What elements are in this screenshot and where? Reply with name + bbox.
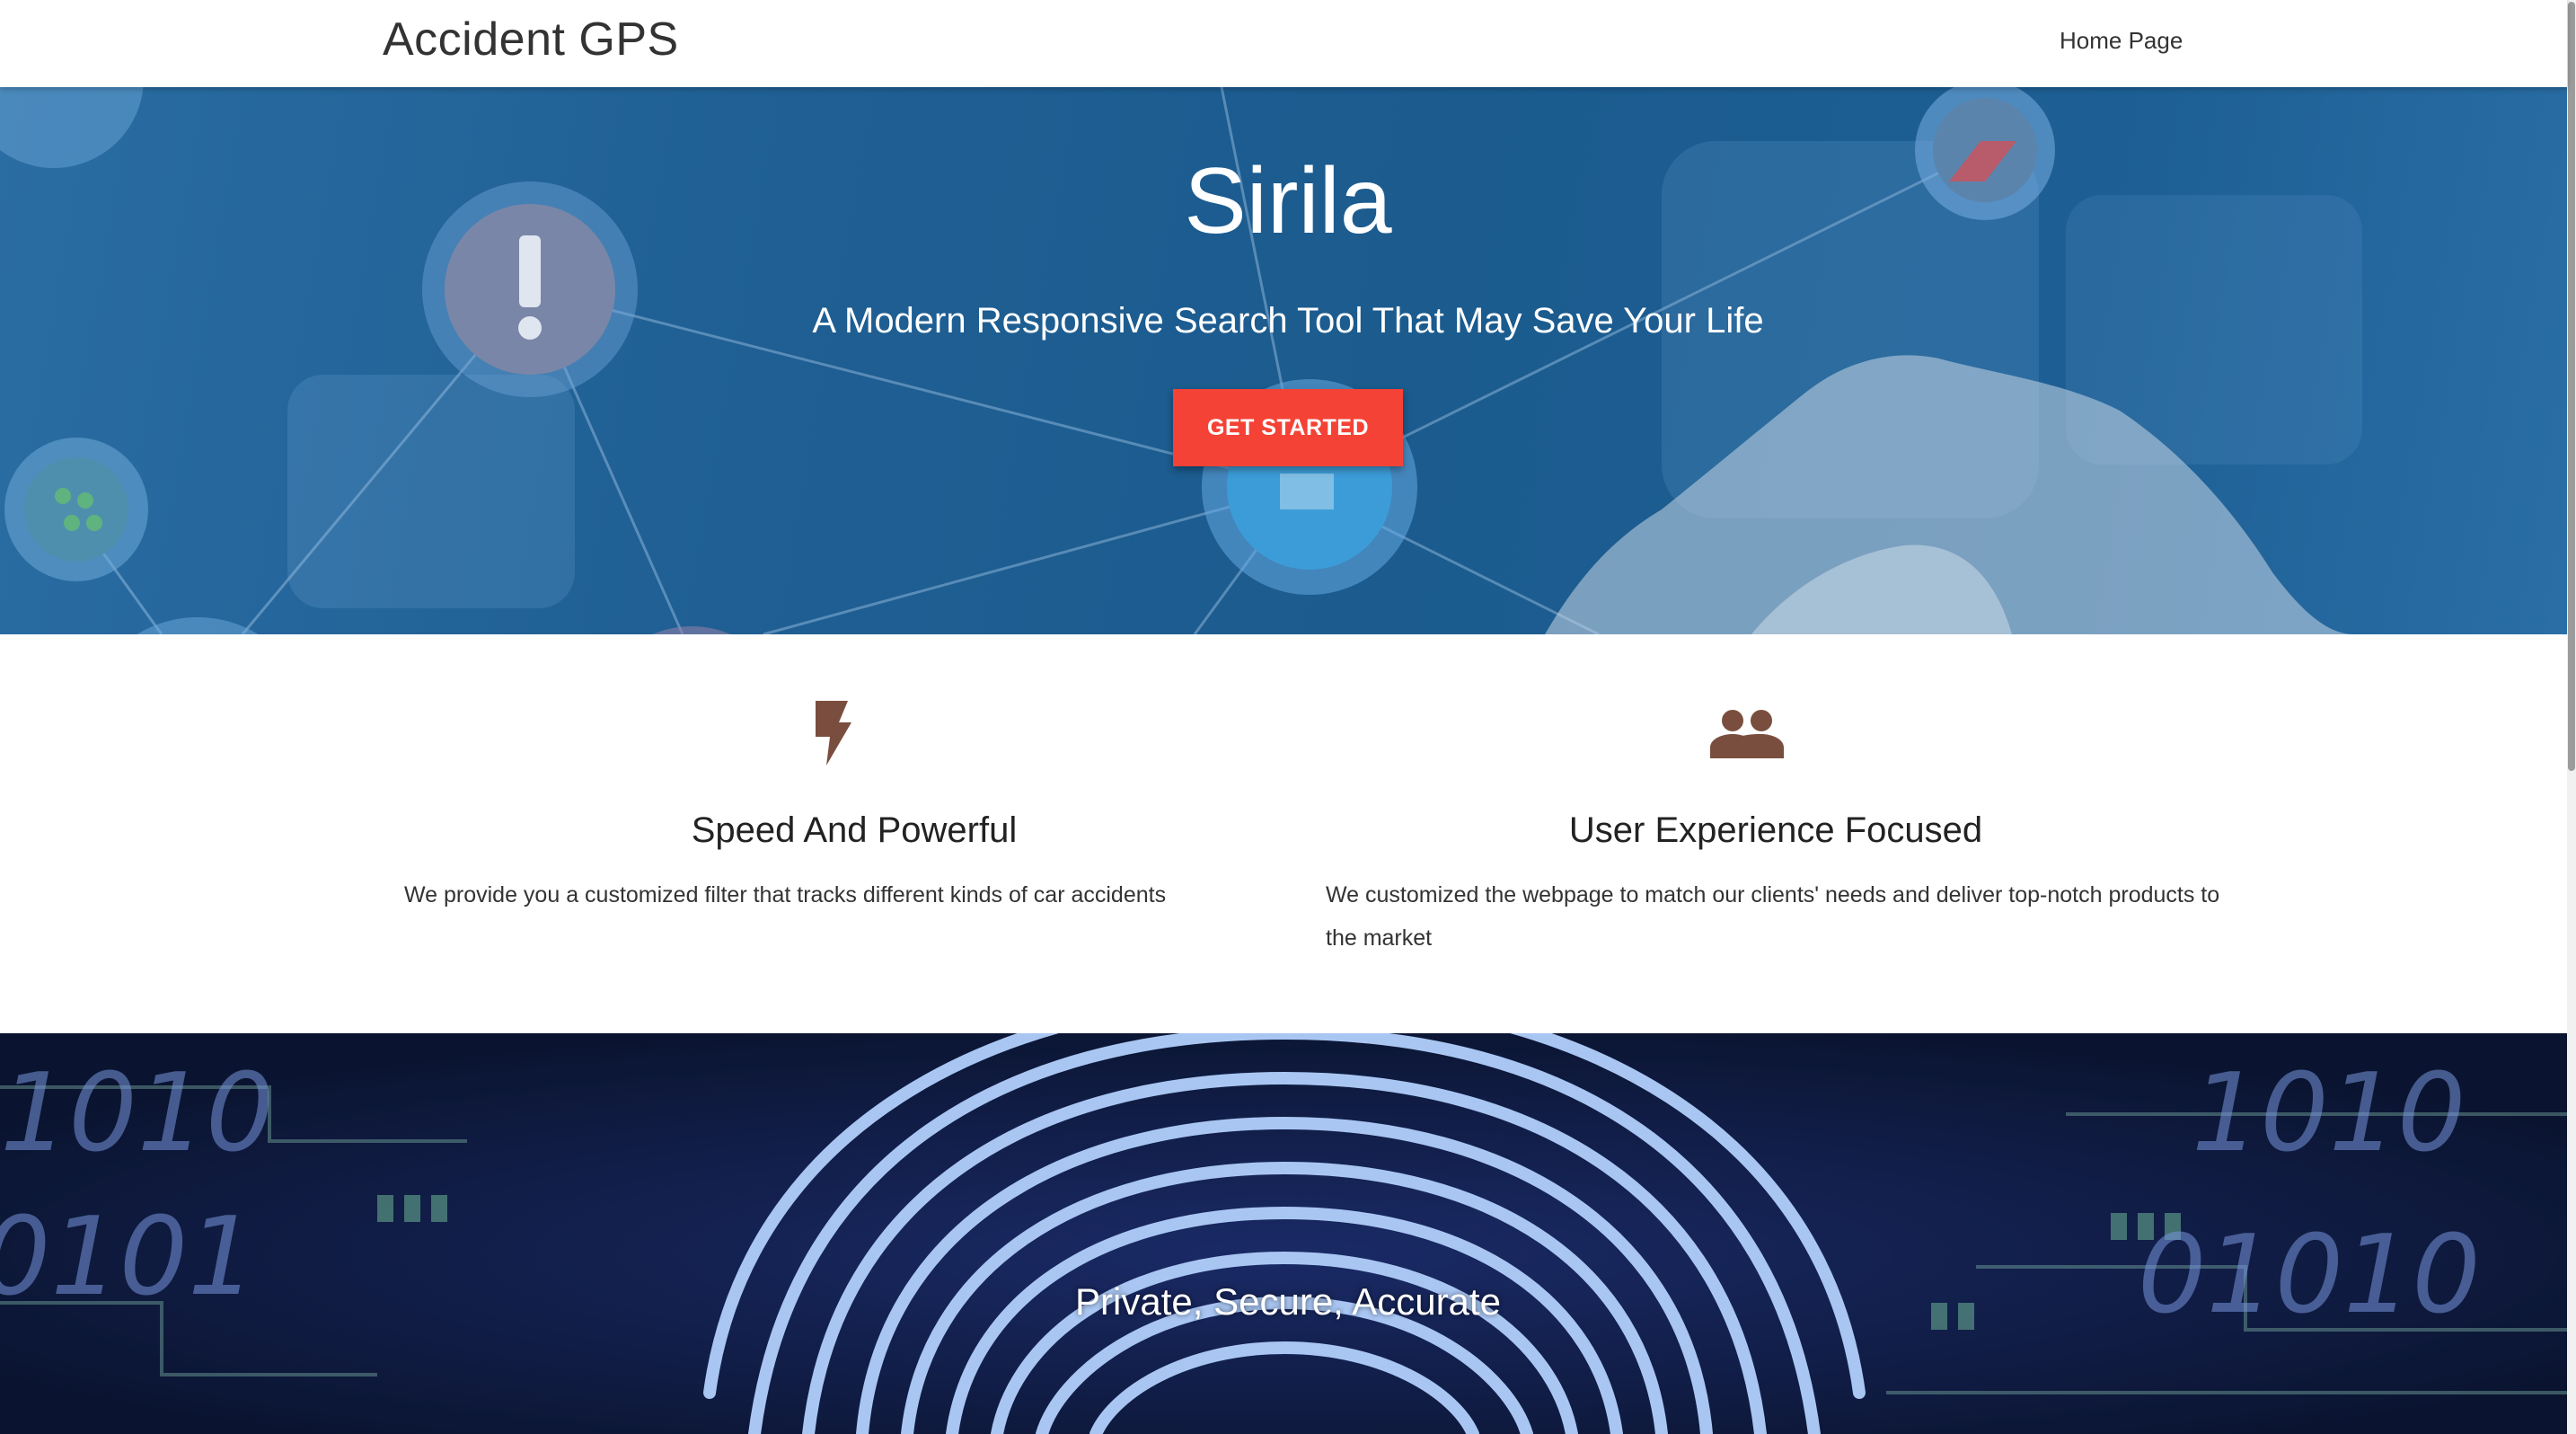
nav-link-home-page[interactable]: Home Page: [2060, 27, 2183, 55]
brand-logo-text[interactable]: Accident GPS: [383, 13, 679, 66]
security-banner: 1010 0101 1010 01010 Private, Secure, Ac…: [0, 1033, 2567, 1434]
lightning-bolt-icon: [810, 701, 855, 770]
banner-tagline: Private, Secure, Accurate: [1075, 1280, 1501, 1323]
scrollbar-thumb[interactable]: [2568, 2, 2575, 771]
feature-title: Speed And Powerful: [691, 810, 1018, 850]
hero-title: Sirila: [1184, 149, 1392, 253]
people-group-icon: [1710, 708, 1784, 763]
feature-description: We customized the webpage to match our c…: [1326, 882, 2220, 951]
hero-subtitle: A Modern Responsive Search Tool That May…: [812, 301, 1764, 341]
top-navbar: Accident GPS Home Page: [0, 0, 2567, 87]
svg-text:1010: 1010: [2192, 1051, 2466, 1176]
page-scrollbar[interactable]: [2567, 0, 2576, 1434]
hero-section: Sirila A Modern Responsive Search Tool T…: [0, 87, 2567, 634]
feature-title: User Experience Focused: [1568, 810, 1983, 850]
get-started-button[interactable]: GET STARTED: [1173, 389, 1403, 466]
fingerprint-background-image: 1010 0101 1010 01010: [0, 1033, 2567, 1434]
svg-text:1010: 1010: [0, 1051, 274, 1176]
feature-description: We provide you a customized filter that …: [404, 882, 1167, 907]
